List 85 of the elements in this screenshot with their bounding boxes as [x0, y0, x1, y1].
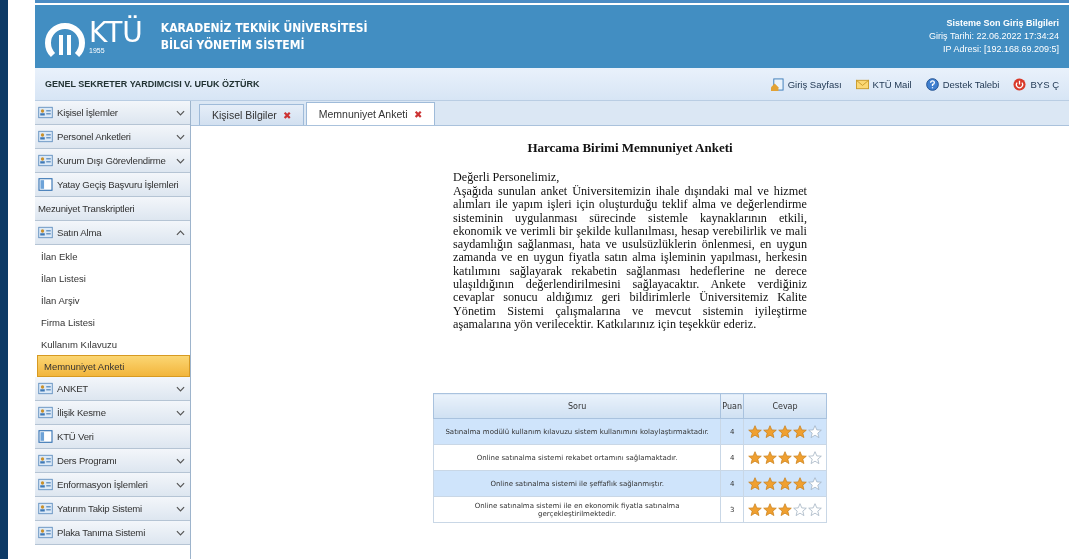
chevron-icon[interactable] — [176, 409, 185, 416]
chevron-icon[interactable] — [176, 229, 185, 236]
login-info-title: Sisteme Son Giriş Bilgileri — [945, 17, 1059, 30]
empty-star-icon[interactable] — [808, 476, 822, 491]
chevron-icon[interactable] — [176, 385, 185, 392]
filled-star-icon[interactable] — [748, 502, 762, 517]
window-panel-icon — [38, 430, 53, 443]
close-icon[interactable]: ✖ — [413, 108, 422, 120]
column-header: Soru — [433, 393, 721, 419]
sidebar-group[interactable]: ANKET — [35, 377, 190, 401]
survey-title: Harcama Birimi Memnuniyet Anketi — [527, 140, 733, 156]
id-card-icon — [38, 130, 53, 143]
empty-star-icon[interactable] — [808, 424, 822, 439]
filled-star-icon[interactable] — [763, 502, 777, 517]
filled-star-icon[interactable] — [748, 424, 762, 439]
sidebar-group[interactable]: İlişik Kesme — [35, 401, 190, 425]
login-ip: IP Adresi: [192.168.69.209:5] — [942, 43, 1059, 56]
header-link[interactable]: Giriş Sayfası — [770, 77, 842, 91]
sidebar-group[interactable]: Personel Anketleri — [35, 125, 190, 149]
sidebar-item[interactable]: İlan Ekle — [35, 245, 190, 267]
sidebar-item[interactable]: KTÜ Veri — [35, 425, 190, 449]
filled-star-icon[interactable] — [778, 424, 792, 439]
system-title: BİLGİ YÖNETİM SİSTEMİ — [160, 36, 306, 54]
empty-star-icon[interactable] — [793, 502, 807, 517]
filled-star-icon[interactable] — [778, 502, 792, 517]
close-icon[interactable]: ✖ — [282, 109, 291, 121]
envelope-icon — [855, 77, 869, 91]
login-date: Giriş Tarihi: 22.06.2022 17:34:24 — [929, 30, 1059, 43]
header-link[interactable]: Destek Talebi — [925, 77, 1000, 91]
column-header: Cevap — [743, 393, 827, 419]
chevron-icon[interactable] — [176, 529, 185, 536]
greeting-text: Değerli Personelimiz, — [453, 170, 561, 185]
chevron-icon[interactable] — [176, 457, 185, 464]
chevron-icon[interactable] — [176, 505, 185, 512]
column-header: Puan — [720, 393, 744, 419]
id-card-icon — [38, 478, 53, 491]
sidebar-item[interactable]: Mezuniyet Transkriptleri — [35, 197, 190, 221]
filled-star-icon[interactable] — [778, 476, 792, 491]
system-title: KARADENİZ TEKNİK ÜNİVERSİTESİ — [160, 19, 368, 37]
user-name: GENEL SEKRETER YARDIMCISI V. UFUK ÖZTÜRK — [45, 79, 260, 89]
filled-star-icon[interactable] — [793, 476, 807, 491]
header-link[interactable]: BYS Ç — [1013, 77, 1059, 91]
id-card-icon — [38, 226, 53, 239]
home-icon — [770, 77, 784, 91]
sidebar-item[interactable]: Memnuniyet Anketi — [37, 355, 190, 377]
chevron-icon[interactable] — [176, 157, 185, 164]
sidebar-item[interactable]: İlan Arşiv — [35, 289, 190, 311]
chevron-icon[interactable] — [176, 481, 185, 488]
sidebar-group[interactable]: Kişisel İşlemler — [35, 101, 190, 125]
sidebar-group[interactable]: Plaka Tanıma Sistemi — [35, 521, 190, 545]
id-card-icon — [38, 382, 53, 395]
window-panel-icon — [38, 178, 53, 191]
filled-star-icon[interactable] — [763, 424, 777, 439]
filled-star-icon[interactable] — [793, 450, 807, 465]
empty-star-icon[interactable] — [808, 450, 822, 465]
tab[interactable]: Memnuniyet Anketi ✖ — [305, 102, 435, 125]
intro-paragraph: Aşağıda sunulan anket Üniversitemizin ihale dışındaki mal ve hizmet alımları ile yapım işleri için oluşturduğu teklif alma ve değerlendirme sisteminin uygulanması sürecinde sistemle kaynaklarının etkili, ekonomik ve verimli bir şekilde kullanılması, hesap verebilirlik ve mali saydamlığın sağlanması, hata ve usulsüzlüklerin önlenmesi, en uygun zamanda ve en uygun fiyatla satın alma işleminin yapılması, herkesin katılımını sağlayarak rekabetin sağlanması hedeflerine ne derece ulaşıldığının değerlendirilmesini sağlayacaktır. Ankete verdiğiniz cevaplar sonucu aldığımız geri bildirimlerle Üniversitemiz Kalite Yönetim Sistemi çalışmalarına ve mevcut sistemin iyileştirme aşamalarına yön verilecektir. Katkılarınız için teşekkür ederiz. — [453, 185, 807, 332]
id-card-icon — [38, 526, 53, 539]
chevron-icon[interactable] — [176, 133, 185, 140]
filled-star-icon[interactable] — [793, 424, 807, 439]
question-mark-icon — [925, 77, 939, 91]
filled-star-icon[interactable] — [763, 450, 777, 465]
filled-star-icon[interactable] — [778, 450, 792, 465]
tab[interactable]: Kişisel Bilgiler ✖ — [199, 104, 304, 125]
sidebar-group[interactable]: Kurum Dışı Görevlendirme — [35, 149, 190, 173]
sidebar-item[interactable]: Yatay Geçiş Başvuru İşlemleri — [35, 173, 190, 197]
sidebar-item[interactable]: Firma Listesi — [35, 311, 190, 333]
id-card-icon — [38, 106, 53, 119]
id-card-icon — [38, 454, 53, 467]
sidebar-item[interactable]: Kullanım Kılavuzu — [35, 333, 190, 355]
chevron-icon[interactable] — [176, 109, 185, 116]
empty-star-icon[interactable] — [808, 502, 822, 517]
power-icon — [1013, 77, 1027, 91]
sidebar-group[interactable]: Yatırım Takip Sistemi — [35, 497, 190, 521]
sidebar-group[interactable]: Enformasyon İşlemleri — [35, 473, 190, 497]
sidebar-item[interactable]: İlan Listesi — [35, 267, 190, 289]
filled-star-icon[interactable] — [748, 476, 762, 491]
id-card-icon — [38, 502, 53, 515]
id-card-icon — [38, 154, 53, 167]
header-link[interactable]: KTÜ Mail — [855, 77, 912, 91]
filled-star-icon[interactable] — [763, 476, 777, 491]
filled-star-icon[interactable] — [748, 450, 762, 465]
sidebar-group[interactable]: Ders Programı — [35, 449, 190, 473]
sidebar-group[interactable]: Satın Alma — [35, 221, 190, 245]
id-card-icon — [38, 406, 53, 419]
